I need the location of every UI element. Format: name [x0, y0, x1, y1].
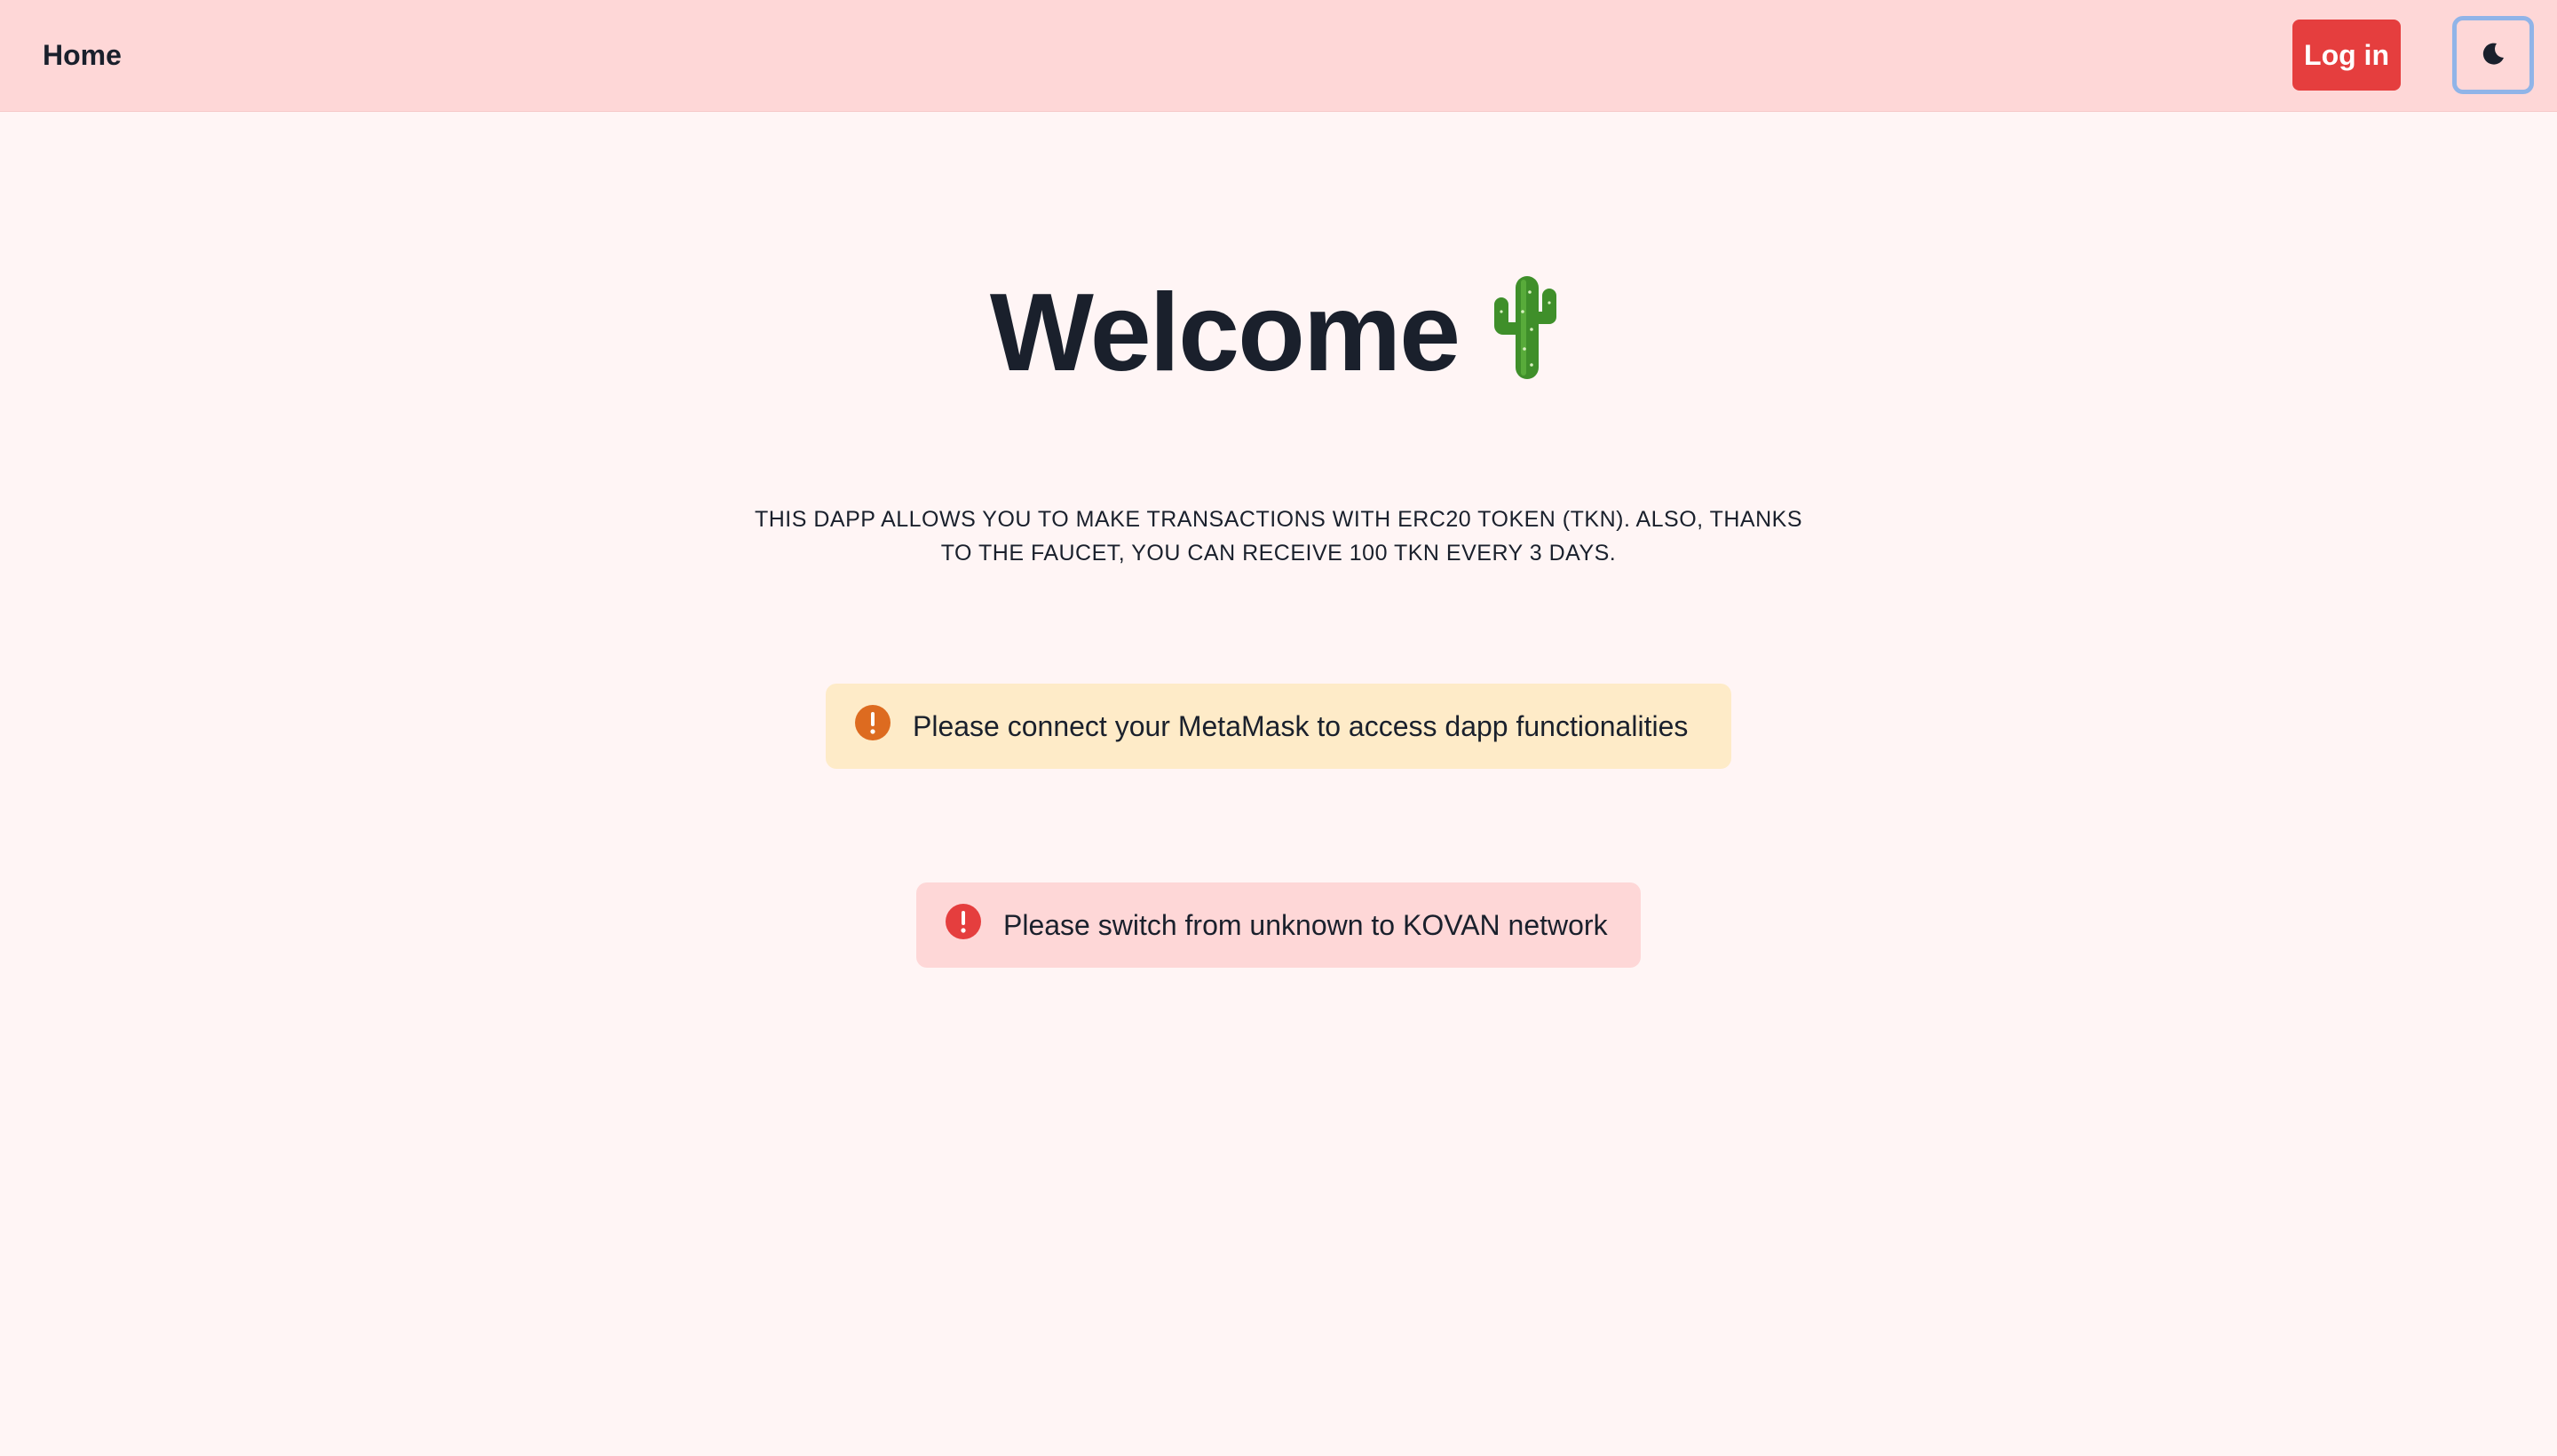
network-error-alert: Please switch from unknown to KOVAN netw…	[916, 882, 1641, 968]
moon-icon	[2479, 40, 2507, 71]
welcome-heading: Welcome	[989, 272, 1461, 394]
alert-message: Please switch from unknown to KOVAN netw…	[1003, 908, 1608, 941]
nav-home-link[interactable]: Home	[43, 37, 122, 73]
theme-toggle-button[interactable]	[2452, 16, 2534, 94]
metamask-warning-alert: Please connect your MetaMask to access d…	[826, 684, 1731, 769]
error-icon	[945, 903, 982, 947]
navbar: Home Log in	[0, 0, 2557, 112]
warning-icon	[854, 704, 891, 748]
cactus-icon	[1485, 273, 1567, 412]
alert-message: Please connect your MetaMask to access d…	[913, 709, 1689, 742]
page-title: Welcome	[0, 266, 2557, 412]
dapp-description: THIS DAPP ALLOWS YOU TO MAKE TRANSACTION…	[754, 507, 1802, 566]
login-button[interactable]: Log in	[2292, 20, 2401, 91]
